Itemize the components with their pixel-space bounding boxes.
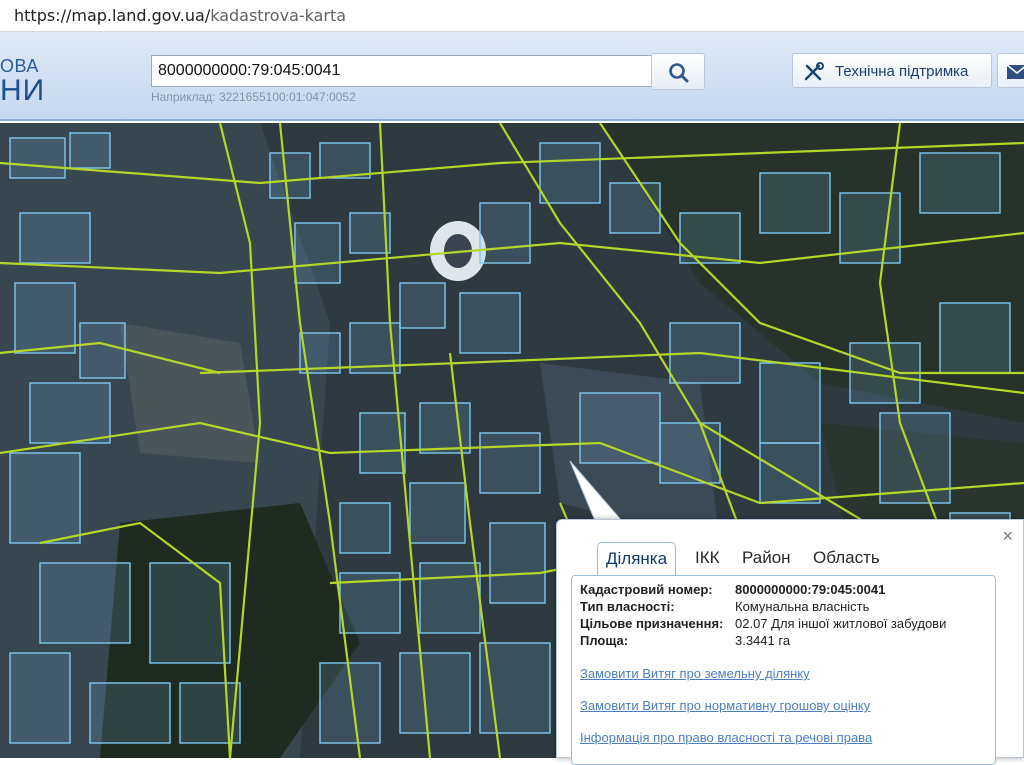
field-value: 02.07 Для іншої житлової забудови: [735, 616, 947, 631]
tech-support-label: Технічна підтримка: [835, 63, 969, 80]
field-label: Кадастровий номер:: [580, 582, 713, 597]
brand-line-2: НИ: [0, 74, 46, 107]
search-icon: [669, 63, 689, 83]
field-label: Цільове призначення:: [580, 616, 724, 631]
url-path: kadastrova-karta: [210, 6, 347, 25]
cadastral-search-input[interactable]: [151, 55, 652, 87]
field-value: 3.3441 га: [735, 633, 791, 648]
close-icon[interactable]: ×: [1002, 526, 1013, 547]
parcel-details-panel: Кадастровий номер: 8000000000:79:045:004…: [571, 575, 996, 765]
search-button[interactable]: [651, 53, 705, 90]
field-value: Комунальна власність: [735, 599, 870, 614]
site-header: ОВА НИ Наприклад: 3221655100:01:047:0052…: [0, 32, 1024, 121]
ownership-rights-info-link[interactable]: Інформація про право власності та речові…: [580, 730, 872, 745]
order-valuation-extract-link[interactable]: Замовити Витяг про нормативну грошову оц…: [580, 698, 870, 713]
field-label: Тип власності:: [580, 599, 675, 614]
mail-icon: [1006, 64, 1024, 79]
browser-url-bar[interactable]: https://map.land.gov.ua/kadastrova-karta: [0, 0, 1024, 32]
tab-ikk[interactable]: ІКК: [687, 542, 728, 576]
tools-icon: [804, 62, 824, 81]
tab-district[interactable]: Район: [734, 542, 799, 576]
url-host: https://map.land.gov.ua/: [14, 6, 211, 25]
order-land-extract-link[interactable]: Замовити Витяг про земельну ділянку: [580, 666, 810, 681]
field-label: Площа:: [580, 633, 629, 648]
search-hint: Наприклад: 3221655100:01:047:0052: [151, 90, 356, 104]
tab-region[interactable]: Область: [805, 542, 888, 576]
url-text[interactable]: https://map.land.gov.ua/kadastrova-karta: [14, 6, 346, 25]
tab-parcel[interactable]: Ділянка: [597, 542, 677, 576]
parcel-info-popup: × Ділянка ІКК Район Область Кадастровий …: [556, 519, 1024, 765]
tech-support-button[interactable]: Технічна підтримка: [792, 53, 992, 88]
field-value: 8000000000:79:045:0041: [735, 582, 886, 597]
mail-button[interactable]: [997, 53, 1024, 88]
